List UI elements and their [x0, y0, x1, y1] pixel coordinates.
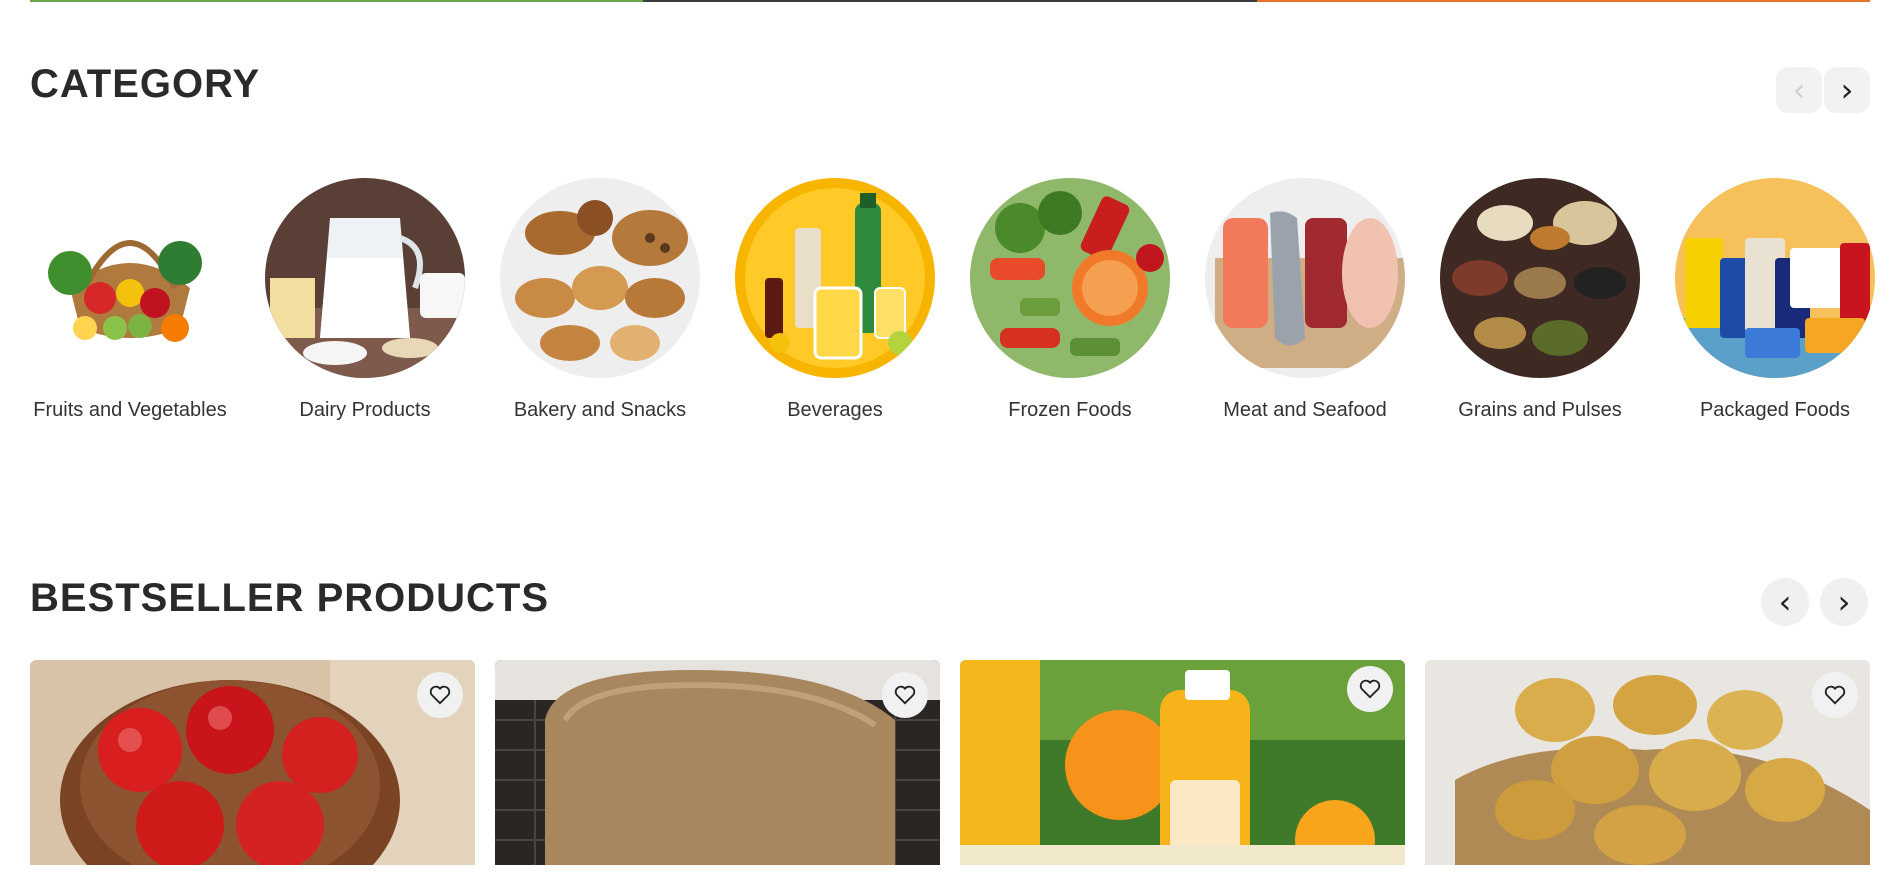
- dairy-image: [265, 178, 465, 378]
- category-item-frozen[interactable]: Frozen Foods: [970, 178, 1170, 422]
- category-label: Beverages: [787, 399, 883, 421]
- grains-pulses-image: [1440, 178, 1640, 378]
- category-item-meat-seafood[interactable]: Meat and Seafood: [1205, 178, 1405, 422]
- packaged-foods-image: [1675, 178, 1875, 378]
- bestseller-next-button[interactable]: ›: [1820, 578, 1868, 626]
- wishlist-button[interactable]: [882, 672, 928, 718]
- chevron-right-icon: ›: [1837, 583, 1851, 621]
- beverages-image: [735, 178, 935, 378]
- category-item-bakery[interactable]: Bakery and Snacks: [500, 178, 700, 422]
- wishlist-button[interactable]: [1347, 666, 1393, 712]
- frozen-foods-image: [970, 178, 1170, 378]
- bread-loaf-image: [495, 660, 940, 865]
- bestseller-title: BESTSELLER PRODUCTS: [30, 576, 550, 620]
- chevron-right-icon: ›: [1840, 71, 1854, 109]
- category-label: Packaged Foods: [1699, 399, 1851, 421]
- category-title: CATEGORY: [30, 62, 261, 106]
- product-card-apples[interactable]: [30, 660, 475, 880]
- heart-icon: [1359, 679, 1381, 699]
- category-label: Grains and Pulses: [1458, 399, 1622, 421]
- orange-juice-image: [960, 660, 1405, 880]
- fruits-vegetables-image: [30, 178, 230, 378]
- top-accent-bar: [30, 0, 1870, 2]
- heart-icon: [894, 685, 916, 705]
- category-item-fruits-vegetables[interactable]: Fruits and Vegetables: [30, 178, 230, 422]
- category-prev-button[interactable]: ‹: [1776, 67, 1822, 113]
- category-label: Frozen Foods: [1008, 399, 1132, 421]
- potatoes-image: [1425, 660, 1870, 865]
- chevron-left-icon: ‹: [1778, 583, 1792, 621]
- bestseller-prev-button[interactable]: ‹: [1761, 578, 1809, 626]
- category-label: Bakery and Snacks: [513, 399, 687, 421]
- heart-icon: [1824, 685, 1846, 705]
- wishlist-button[interactable]: [1812, 672, 1858, 718]
- meat-seafood-image: [1205, 178, 1405, 378]
- chevron-left-icon: ‹: [1792, 71, 1806, 109]
- apples-image: [30, 660, 475, 880]
- product-card-potatoes[interactable]: [1425, 660, 1870, 880]
- heart-icon: [429, 685, 451, 705]
- category-item-grains-pulses[interactable]: Grains and Pulses: [1440, 178, 1640, 422]
- wishlist-button[interactable]: [417, 672, 463, 718]
- product-card-bread[interactable]: [495, 660, 940, 880]
- bakery-image: [500, 178, 700, 378]
- category-item-packaged[interactable]: Packaged Foods: [1675, 178, 1875, 422]
- category-item-dairy[interactable]: Dairy Products: [265, 178, 465, 422]
- category-label: Dairy Products: [299, 399, 431, 421]
- category-carousel: Fruits and Vegetables Dairy Products Bak…: [30, 178, 1875, 458]
- category-next-button[interactable]: ›: [1824, 67, 1870, 113]
- category-label: Fruits and Vegetables: [33, 399, 227, 421]
- product-card-orange-juice[interactable]: [960, 660, 1405, 880]
- category-label: Meat and Seafood: [1223, 399, 1387, 421]
- category-item-beverages[interactable]: Beverages: [735, 178, 935, 422]
